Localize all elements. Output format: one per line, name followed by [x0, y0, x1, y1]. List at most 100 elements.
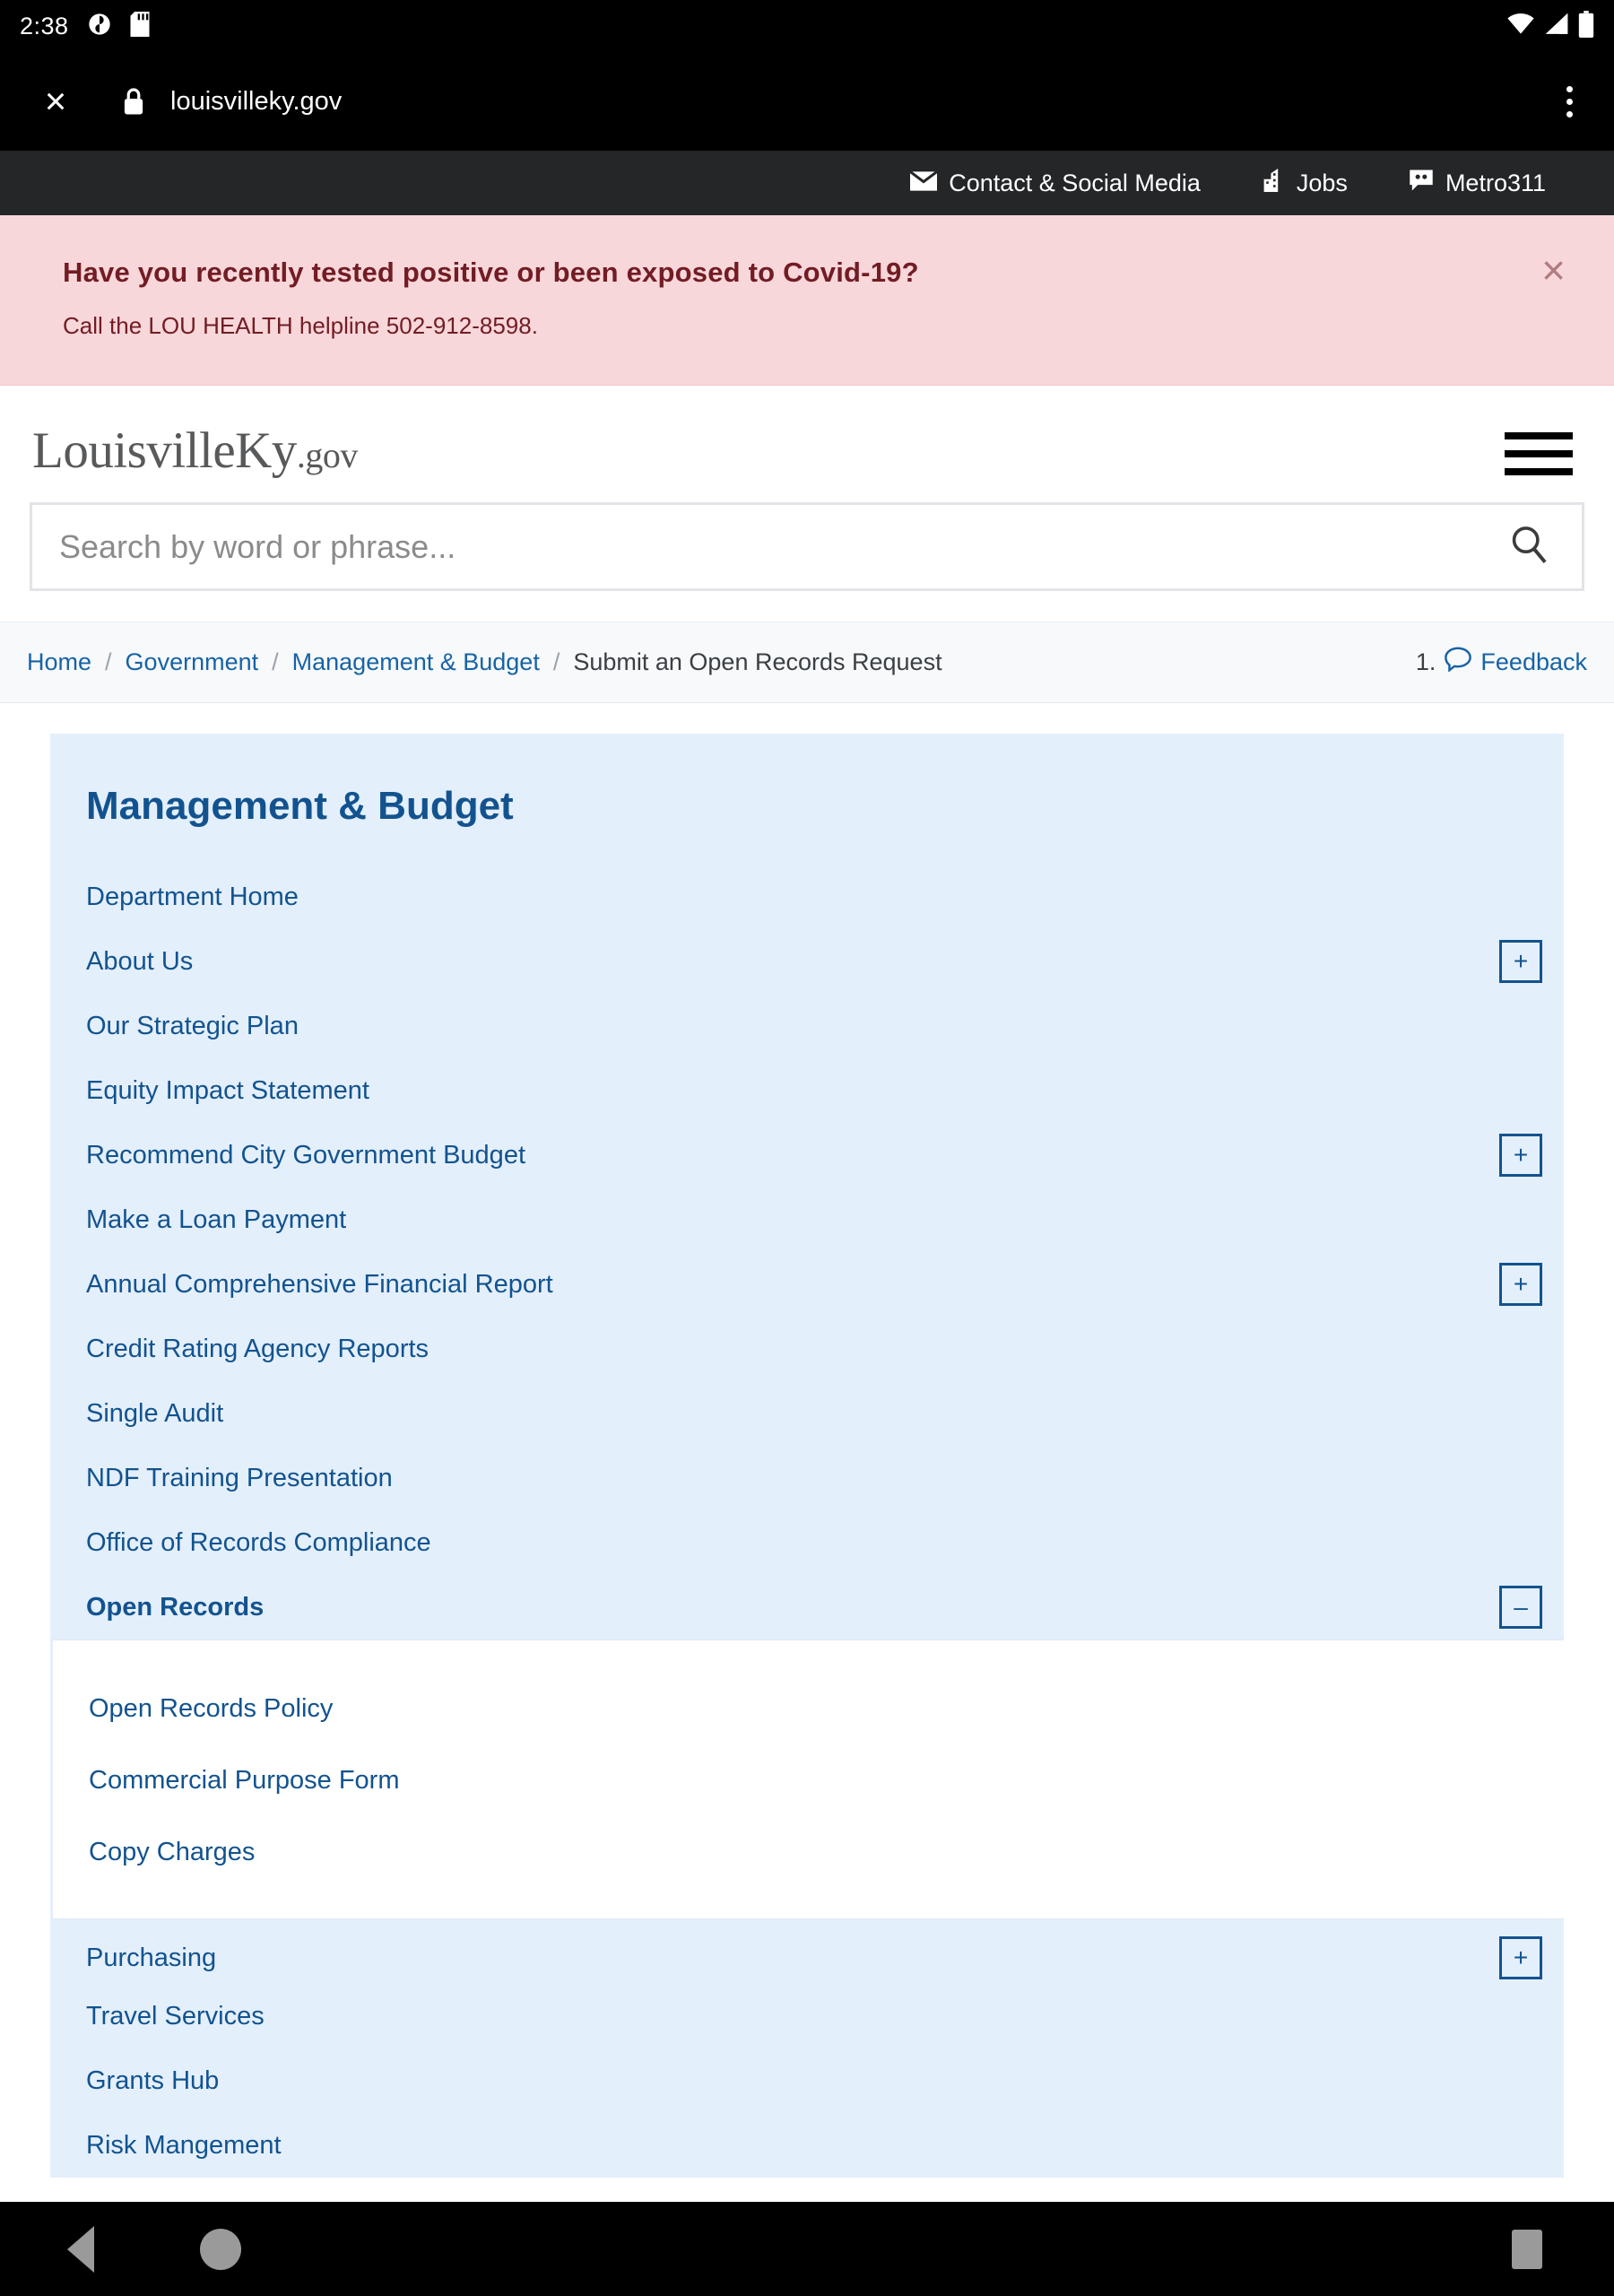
collapse-button-open-records[interactable]: –: [1499, 1586, 1542, 1629]
search-icon[interactable]: [1508, 524, 1549, 570]
recents-square-icon[interactable]: [1512, 2229, 1542, 2269]
search-placeholder-text: Search by word or phrase...: [59, 527, 456, 565]
submenu-item-label: Open Records Policy: [89, 1693, 334, 1723]
padlock-icon: [122, 87, 145, 116]
cell-signal-icon: [1543, 12, 1570, 41]
battery-icon: [1578, 10, 1594, 42]
menu-item-label: Risk Mangement: [86, 2130, 282, 2160]
menu-item-label: Purchasing: [86, 1943, 217, 1972]
menu-item-label: Recommend City Government Budget: [86, 1140, 525, 1170]
breadcrumb-separator: /: [272, 648, 279, 675]
status-bar-right: [1506, 10, 1594, 42]
menu-item-about-us[interactable]: About Us +: [50, 929, 1564, 994]
menu-item-travel-services[interactable]: Travel Services: [50, 1984, 1564, 2048]
speech-bubble-icon: [1445, 647, 1472, 678]
expand-button-annual-comprehensive-financial-report[interactable]: +: [1499, 1263, 1542, 1306]
department-menu-panel: Management & Budget Department Home Abou…: [50, 734, 1564, 2178]
feedback-link[interactable]: 1. Feedback: [1416, 647, 1587, 678]
menu-item-label: Travel Services: [86, 2001, 265, 2031]
breadcrumb-item-government[interactable]: Government: [126, 648, 259, 676]
search-section: Search by word or phrase...: [0, 483, 1614, 622]
logo-main-text: LouisvilleKy: [32, 422, 297, 479]
menu-item-credit-rating-agency-reports[interactable]: Credit Rating Agency Reports: [50, 1317, 1564, 1381]
site-logo[interactable]: LouisvilleKy.gov: [32, 425, 358, 476]
home-circle-icon[interactable]: [200, 2228, 241, 2270]
menu-item-single-audit[interactable]: Single Audit: [50, 1381, 1564, 1446]
menu-item-label: Annual Comprehensive Financial Report: [86, 1269, 553, 1299]
util-nav-label: Jobs: [1296, 169, 1348, 196]
submenu-item-open-records-policy[interactable]: Open Records Policy: [53, 1673, 1564, 1744]
close-tab-button[interactable]: ×: [27, 73, 84, 130]
breadcrumb-bar: Home / Government / Management & Budget …: [0, 622, 1614, 703]
util-nav-item-metro311[interactable]: Metro311: [1378, 169, 1576, 198]
util-nav-item-contact[interactable]: Contact & Social Media: [880, 170, 1231, 197]
menu-item-label: Department Home: [86, 882, 299, 911]
menu-item-label: Single Audit: [86, 1398, 224, 1428]
expand-button-recommend-city-government-budget[interactable]: +: [1499, 1134, 1542, 1177]
expand-button-about-us[interactable]: +: [1499, 940, 1542, 983]
open-records-submenu: Open Records Policy Commercial Purpose F…: [50, 1639, 1564, 1919]
alert-title: Have you recently tested positive or bee…: [63, 257, 919, 288]
hamburger-icon[interactable]: [1496, 425, 1582, 483]
expand-button-purchasing[interactable]: +: [1499, 1936, 1542, 1979]
menu-item-our-strategic-plan[interactable]: Our Strategic Plan: [50, 994, 1564, 1058]
back-triangle-icon[interactable]: [67, 2225, 94, 2273]
breadcrumb-item-current: Submit an Open Records Request: [573, 648, 942, 675]
menu-item-risk-mangement[interactable]: Risk Mangement: [50, 2113, 1564, 2178]
breadcrumb-separator: /: [105, 648, 112, 675]
building-icon: [1262, 168, 1285, 198]
close-icon[interactable]: ×: [1541, 249, 1566, 291]
sd-card-icon: [130, 11, 150, 41]
url-text[interactable]: louisvilleky.gov: [170, 87, 342, 117]
menu-item-label: Credit Rating Agency Reports: [86, 1334, 430, 1363]
status-bar-left: 2:38: [20, 11, 150, 41]
breadcrumb-item-home[interactable]: Home: [27, 648, 91, 676]
logo-suffix-text: .gov: [296, 435, 359, 475]
menu-item-label: Grants Hub: [86, 2066, 220, 2095]
util-nav-item-jobs[interactable]: Jobs: [1231, 168, 1378, 198]
menu-item-purchasing[interactable]: Purchasing +: [50, 1919, 1564, 1984]
menu-item-label: Office of Records Compliance: [86, 1527, 431, 1557]
menu-item-label: Our Strategic Plan: [86, 1011, 299, 1040]
menu-item-grants-hub[interactable]: Grants Hub: [50, 2048, 1564, 2113]
feedback-number: 1.: [1415, 648, 1436, 675]
menu-item-label: NDF Training Presentation: [86, 1463, 393, 1492]
notification-circle-icon: [87, 12, 112, 41]
menu-item-label: Equity Impact Statement: [86, 1075, 369, 1105]
menu-item-label: Make a Loan Payment: [86, 1205, 347, 1234]
menu-item-open-records[interactable]: Open Records –: [50, 1575, 1564, 1639]
page-title: Management & Budget: [86, 784, 514, 828]
search-input[interactable]: Search by word or phrase...: [30, 502, 1584, 591]
submenu-item-label: Commercial Purpose Form: [89, 1765, 400, 1795]
envelope-icon: [909, 170, 939, 197]
util-nav-label: Metro311: [1445, 169, 1546, 196]
breadcrumb-item-management-budget[interactable]: Management & Budget: [292, 648, 540, 676]
utility-nav: Contact & Social Media Jobs Metro311: [0, 151, 1614, 215]
site-header: LouisvilleKy.gov: [0, 386, 1614, 483]
covid-alert-banner: Have you recently tested positive or bee…: [0, 215, 1614, 386]
submenu-item-commercial-purpose-form[interactable]: Commercial Purpose Form: [53, 1744, 1564, 1816]
alert-subtitle: Call the LOU HEALTH helpline 502-912-859…: [63, 312, 538, 339]
submenu-item-label: Copy Charges: [89, 1837, 256, 1866]
util-nav-label: Contact & Social Media: [949, 169, 1201, 196]
menu-item-label: About Us: [86, 946, 194, 976]
android-status-bar: 2:38: [0, 0, 1614, 52]
menu-item-department-home[interactable]: Department Home: [50, 865, 1564, 929]
menu-item-make-a-loan-payment[interactable]: Make a Loan Payment: [50, 1187, 1564, 1252]
submenu-item-copy-charges[interactable]: Copy Charges: [53, 1816, 1564, 1888]
status-bar-clock: 2:38: [20, 12, 69, 39]
kebab-menu-icon[interactable]: [1552, 77, 1587, 126]
browser-toolbar: × louisvilleky.gov: [0, 52, 1614, 151]
wifi-icon: [1506, 12, 1535, 41]
feedback-label: Feedback: [1480, 648, 1587, 675]
menu-item-ndf-training-presentation[interactable]: NDF Training Presentation: [50, 1446, 1564, 1510]
breadcrumb-separator: /: [552, 648, 560, 675]
menu-item-office-of-records-compliance[interactable]: Office of Records Compliance: [50, 1510, 1564, 1575]
main-content: Management & Budget Department Home Abou…: [0, 703, 1614, 2178]
menu-item-annual-comprehensive-financial-report[interactable]: Annual Comprehensive Financial Report +: [50, 1252, 1564, 1317]
android-nav-bar: [0, 2202, 1614, 2296]
menu-item-label: Open Records: [86, 1592, 265, 1622]
chat-bubble-icon: [1409, 169, 1434, 198]
menu-item-recommend-city-government-budget[interactable]: Recommend City Government Budget +: [50, 1123, 1564, 1187]
menu-item-equity-impact-statement[interactable]: Equity Impact Statement: [50, 1058, 1564, 1123]
